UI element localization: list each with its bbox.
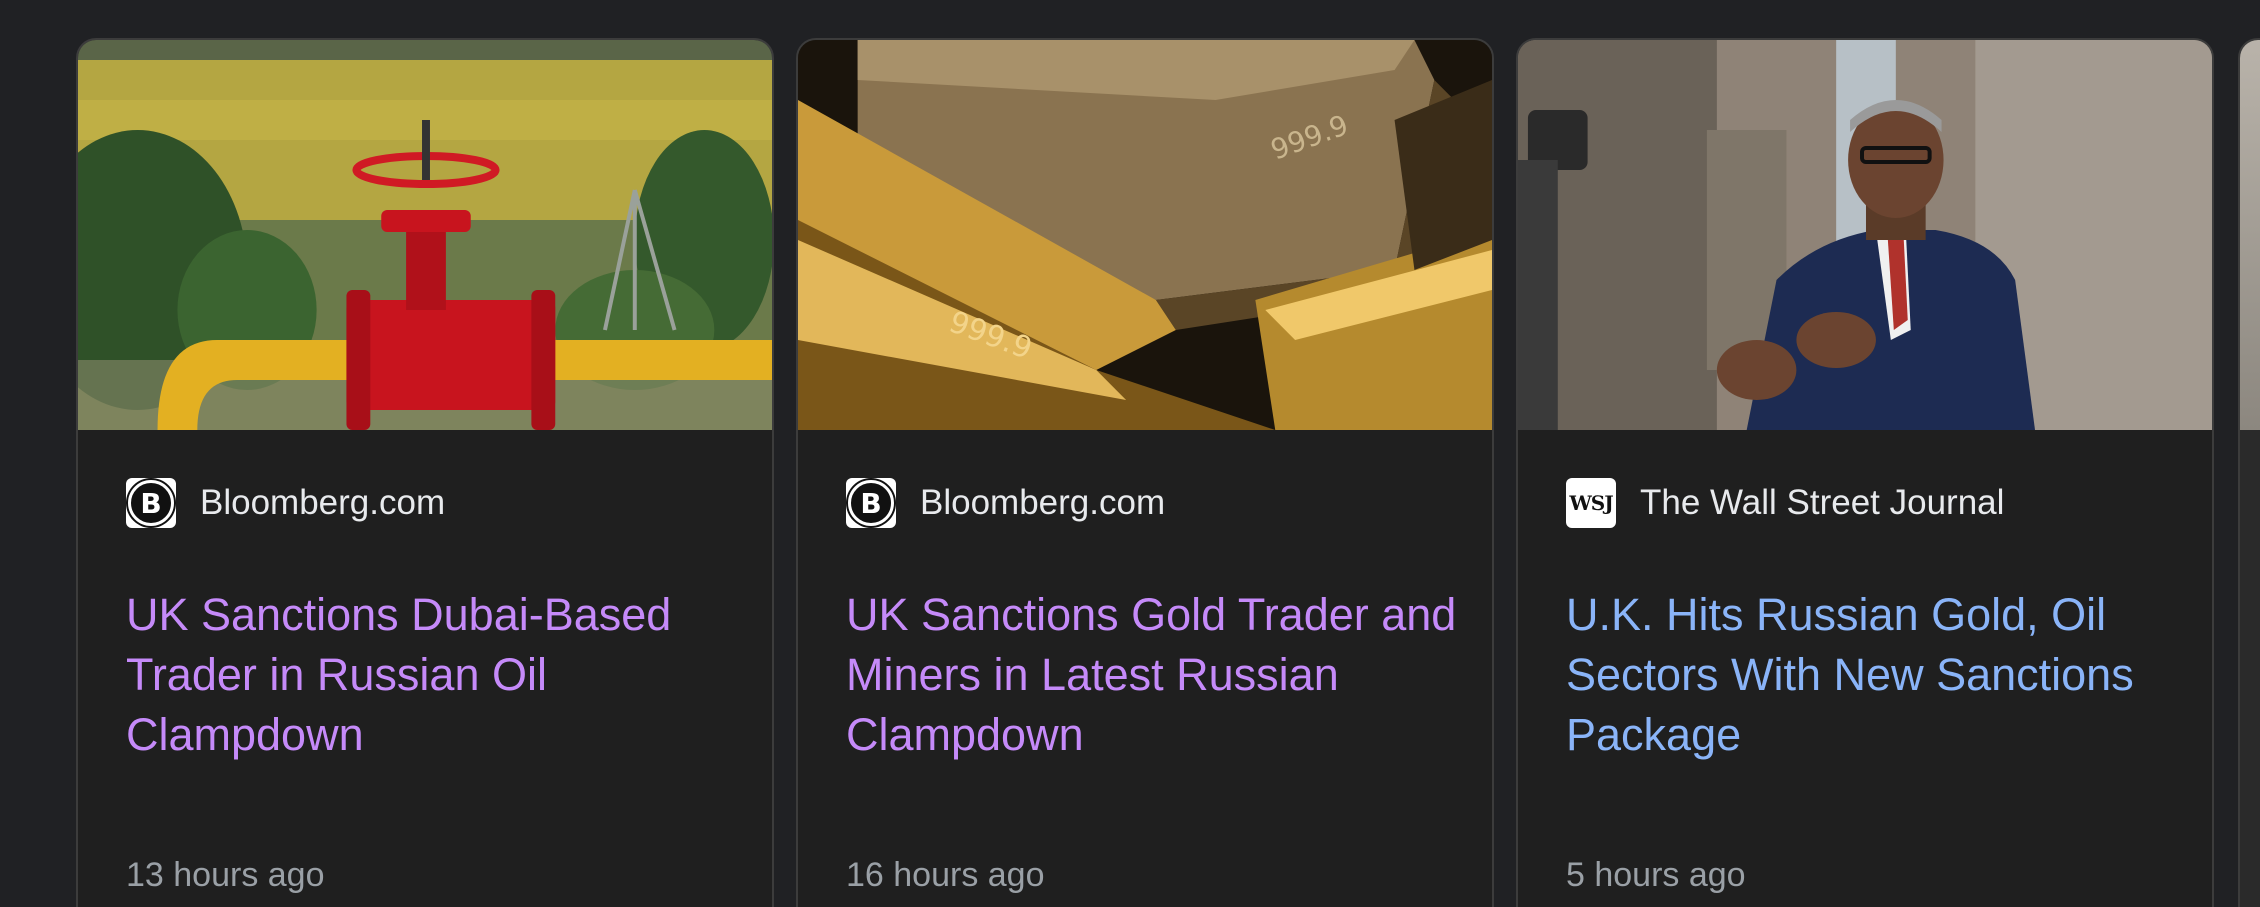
source-row: B Bloomberg.com	[846, 478, 1165, 528]
timestamp: 13 hours ago	[126, 856, 325, 894]
timestamp: 16 hours ago	[846, 856, 1045, 894]
gold-bars-image: 999.9 999.9	[798, 40, 1492, 430]
source-name: Bloomberg.com	[920, 483, 1166, 522]
top-stories-carousel: B Bloomberg.com UK Sanctions Dubai-Based…	[0, 0, 2260, 907]
headline-link[interactable]: UK Sanctions Gold Trader and Miners in L…	[846, 585, 1466, 765]
source-row: WSJ The Wall Street Journal	[1566, 478, 2004, 528]
headline-link[interactable]: UK Sanctions Dubai-Based Trader in Russi…	[126, 585, 746, 765]
news-card-1[interactable]: B Bloomberg.com UK Sanctions Dubai-Based…	[76, 38, 774, 907]
next-card-partial[interactable]	[2238, 38, 2260, 907]
timestamp: 5 hours ago	[1566, 856, 1746, 894]
source-name: The Wall Street Journal	[1640, 483, 2005, 522]
source-row: B Bloomberg.com	[126, 478, 445, 528]
oil-pipeline-valve-image	[78, 40, 772, 430]
headline-link[interactable]: U.K. Hits Russian Gold, Oil Sectors With…	[1566, 585, 2186, 765]
news-card-2[interactable]: 999.9 999.9 B Bloomberg.com UK Sanctions…	[796, 38, 1494, 907]
source-name: Bloomberg.com	[200, 483, 446, 522]
bloomberg-favicon-icon: B	[846, 478, 896, 528]
speaker-photo-image	[1518, 40, 2212, 430]
news-card-3[interactable]: WSJ The Wall Street Journal U.K. Hits Ru…	[1516, 38, 2214, 907]
bloomberg-favicon-icon: B	[126, 478, 176, 528]
wsj-favicon-icon: WSJ	[1566, 478, 1616, 528]
next-card-thumbnail	[2240, 40, 2260, 430]
